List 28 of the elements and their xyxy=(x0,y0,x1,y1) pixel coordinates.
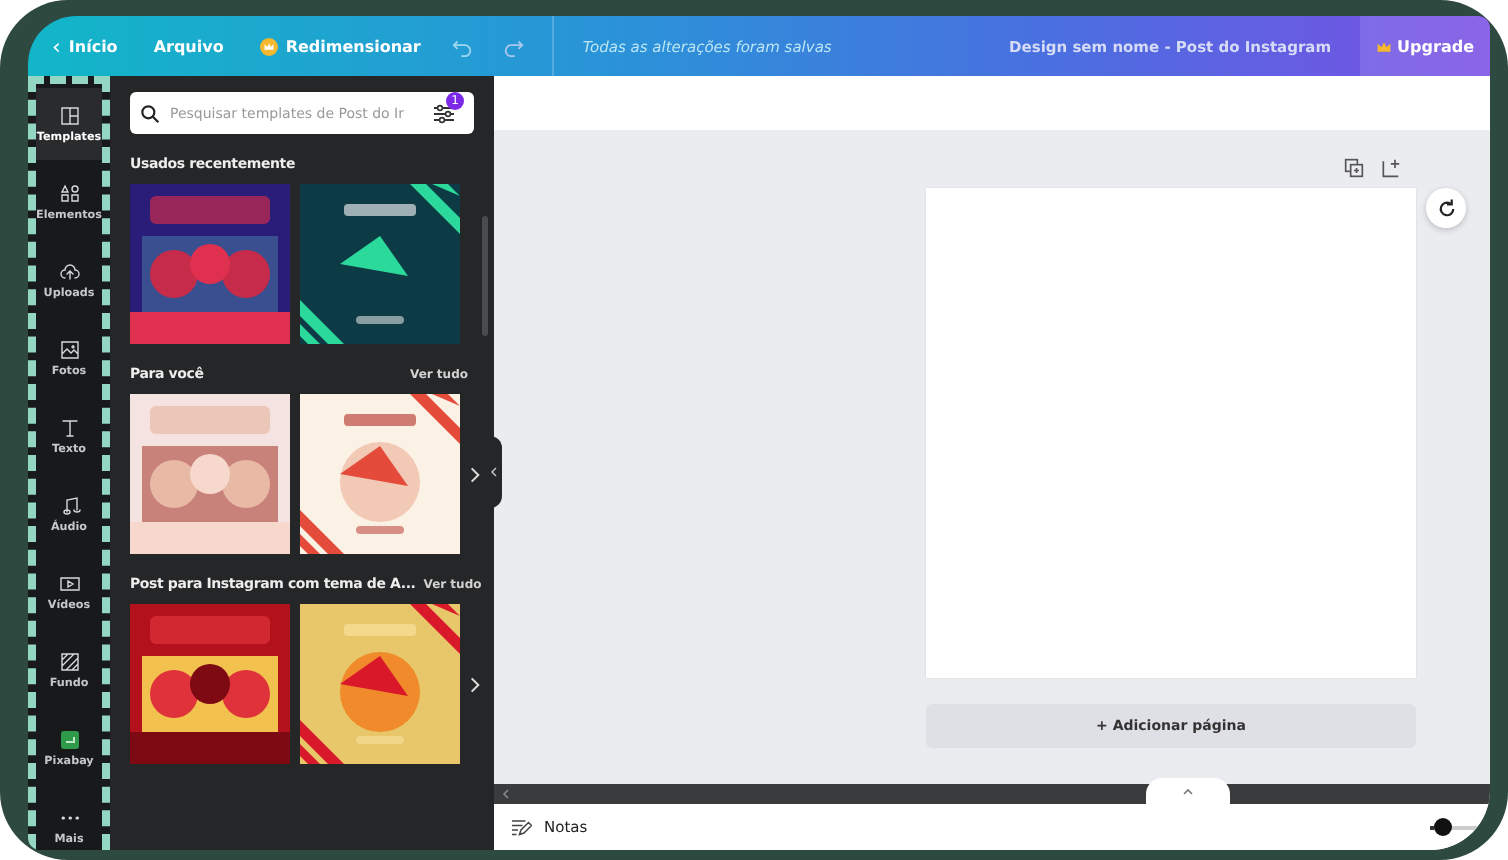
duplicate-page-icon[interactable] xyxy=(1344,158,1364,178)
text-icon xyxy=(57,416,81,440)
search-icon xyxy=(140,103,160,123)
chevron-right-icon[interactable] xyxy=(470,676,480,694)
refresh-icon xyxy=(1435,197,1457,219)
pattern-icon xyxy=(57,650,81,674)
image-icon xyxy=(57,338,81,362)
chevron-left-icon xyxy=(490,466,498,478)
zoom-slider[interactable] xyxy=(1430,818,1478,836)
zoom-slider-thumb[interactable] xyxy=(1433,818,1451,836)
video-icon xyxy=(57,572,81,596)
pages-toggle-tab[interactable] xyxy=(1146,778,1230,804)
filter-icon xyxy=(432,102,456,126)
upgrade-button[interactable]: Upgrade xyxy=(1359,16,1490,76)
chevron-left-icon[interactable] xyxy=(502,788,510,800)
refresh-button[interactable] xyxy=(1426,188,1466,228)
scrollbar-thumb[interactable] xyxy=(482,216,488,336)
cloud-upload-icon xyxy=(57,260,81,284)
chevron-right-icon[interactable] xyxy=(470,466,480,484)
shapes-icon xyxy=(57,182,81,206)
templates-icon xyxy=(57,104,81,128)
notes-icon xyxy=(510,818,532,836)
add-page-icon[interactable] xyxy=(1380,158,1400,178)
pixabay-logo-icon xyxy=(57,728,81,752)
crown-icon xyxy=(1375,39,1392,53)
chevron-up-icon xyxy=(1182,787,1194,795)
music-note-icon xyxy=(57,494,81,518)
crown-icon xyxy=(259,37,278,55)
